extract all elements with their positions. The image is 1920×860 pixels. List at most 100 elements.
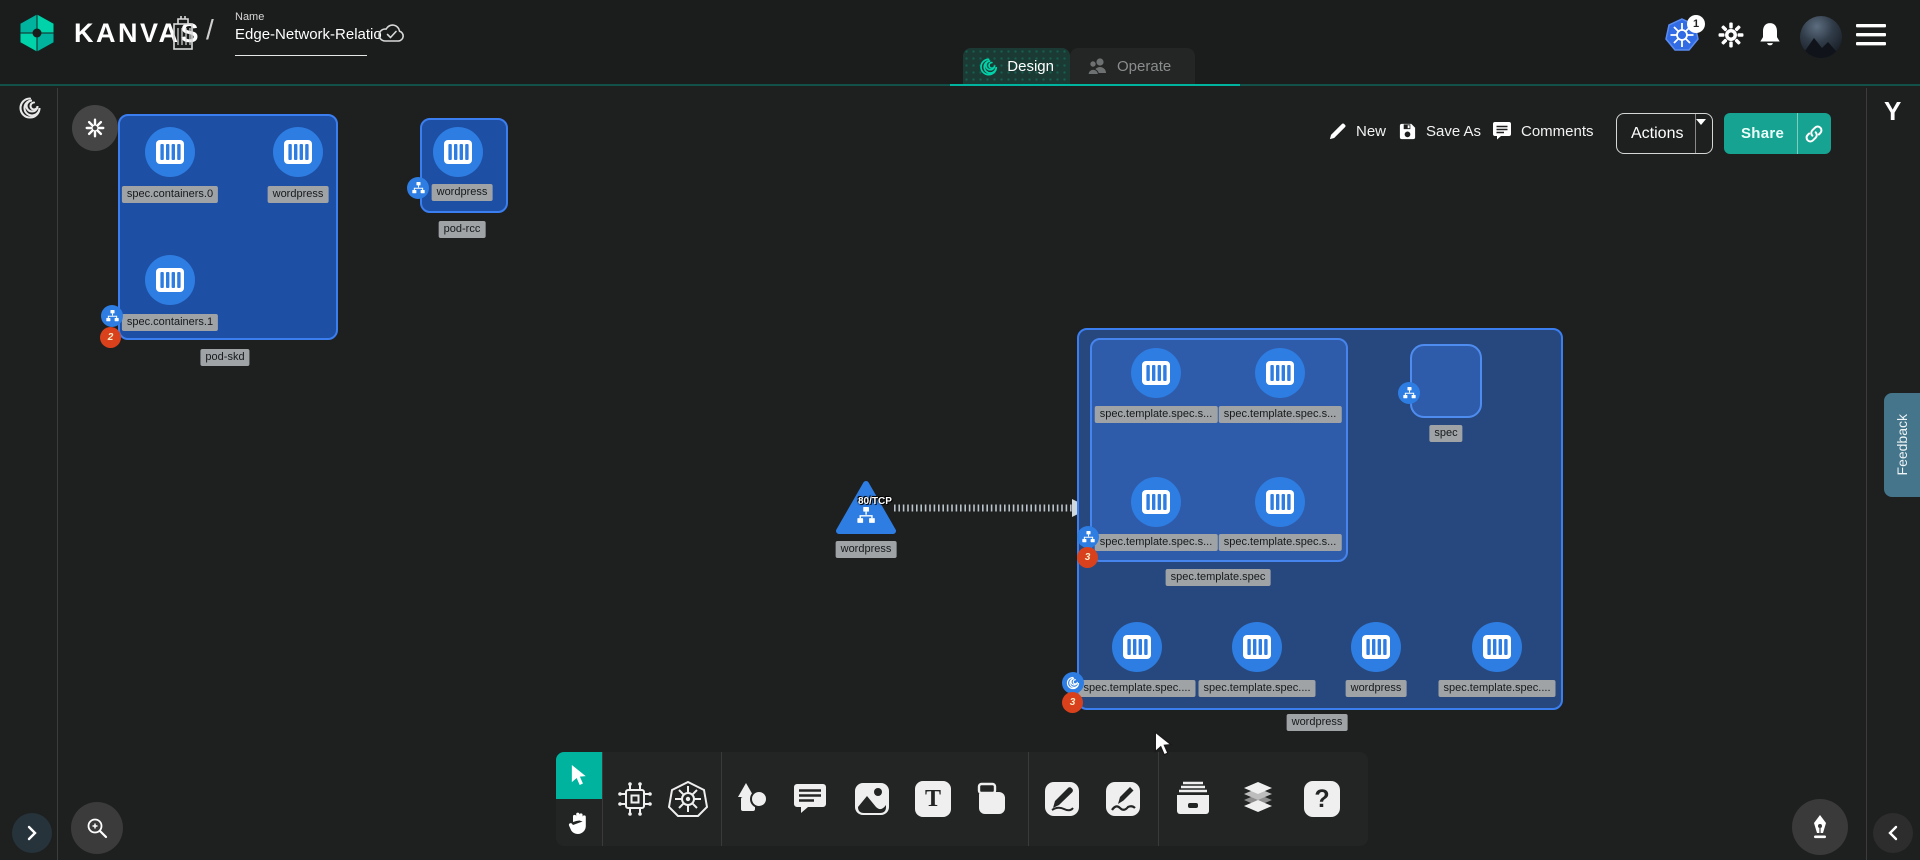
node-label: spec.containers.1 xyxy=(122,314,218,331)
select-tool-button[interactable] xyxy=(556,752,602,799)
copy-link-button[interactable] xyxy=(1798,124,1831,144)
container-node[interactable] xyxy=(145,255,195,305)
pencil-scribble-icon xyxy=(1104,780,1142,818)
right-rail-divider xyxy=(1866,88,1867,860)
spec-network-mini-icon[interactable] xyxy=(1398,382,1420,404)
container-icon xyxy=(155,267,185,293)
design-tab-label: Design xyxy=(1007,58,1054,75)
name-underline xyxy=(235,55,367,56)
node-label: spec.template.spec.... xyxy=(1079,680,1196,697)
container-icon xyxy=(1141,360,1171,386)
save-as-label: Save As xyxy=(1426,123,1481,140)
notifications-bell-icon[interactable] xyxy=(1757,21,1783,49)
layers-tool-button[interactable] xyxy=(1236,777,1280,821)
sticky-note-icon xyxy=(973,780,1011,818)
container-node[interactable] xyxy=(1131,477,1181,527)
pen-nib-icon xyxy=(1808,814,1832,840)
container-icon xyxy=(155,139,185,165)
organization-icon[interactable] xyxy=(168,15,198,51)
node-label: spec xyxy=(1429,425,1462,442)
text-tool-button[interactable]: T xyxy=(911,777,955,821)
node-label: wordpress xyxy=(268,186,329,203)
k8s-resource-button[interactable] xyxy=(72,105,118,151)
help-tool-button[interactable]: ? xyxy=(1300,777,1344,821)
actions-button[interactable]: Actions xyxy=(1616,113,1713,154)
shapes-tool-button[interactable] xyxy=(730,777,774,821)
spec-template-spec-group[interactable] xyxy=(1090,338,1348,562)
actions-label: Actions xyxy=(1617,125,1683,143)
spec-node[interactable] xyxy=(1410,344,1482,418)
image-icon xyxy=(853,781,891,817)
container-node[interactable] xyxy=(1232,622,1282,672)
group-label: pod-skd xyxy=(200,349,249,366)
new-label: New xyxy=(1356,123,1386,140)
group-label: wordpress xyxy=(1287,714,1348,731)
container-node[interactable] xyxy=(1351,622,1401,672)
container-icon xyxy=(1122,634,1152,660)
drawer-tool-button[interactable] xyxy=(1171,777,1215,821)
network-icon xyxy=(106,310,119,322)
deployment-mini-icon[interactable] xyxy=(1062,672,1084,694)
media-tool-button[interactable] xyxy=(850,777,894,821)
chevron-right-icon xyxy=(26,825,38,841)
snowflake-icon xyxy=(84,117,106,139)
header: KANVAS / Name Edge-Network-Relatio Desig… xyxy=(0,0,1920,85)
actions-dropdown-toggle[interactable] xyxy=(1696,125,1712,143)
expand-left-panel-button[interactable] xyxy=(12,813,52,853)
tab-operate[interactable]: Operate xyxy=(1070,48,1195,85)
container-icon xyxy=(1361,634,1391,660)
layers-icon xyxy=(1238,780,1278,818)
error-count-badge[interactable]: 3 xyxy=(1062,692,1083,713)
yaml-toggle-icon[interactable]: Y xyxy=(1884,96,1901,127)
container-node[interactable] xyxy=(273,127,323,177)
toolbar-divider xyxy=(1158,752,1159,846)
node-label: wordpress xyxy=(1346,680,1407,697)
sticky-note-tool-button[interactable] xyxy=(970,777,1014,821)
kanvas-app: KANVAS / Name Edge-Network-Relatio Desig… xyxy=(0,0,1920,860)
template-network-mini-icon[interactable] xyxy=(1077,526,1099,548)
feedback-tab[interactable]: Feedback xyxy=(1884,393,1920,497)
hamburger-menu-icon[interactable] xyxy=(1856,24,1886,46)
service-edge[interactable] xyxy=(890,494,1096,522)
save-as-button[interactable]: Save As xyxy=(1398,122,1481,141)
drawer-icon xyxy=(1173,781,1213,817)
container-node[interactable] xyxy=(1112,622,1162,672)
zoom-button[interactable] xyxy=(71,802,123,854)
feedback-label: Feedback xyxy=(1894,414,1910,475)
link-icon xyxy=(1804,124,1824,144)
container-node[interactable] xyxy=(1131,348,1181,398)
pen-tool-button[interactable] xyxy=(1040,777,1084,821)
pod-network-mini-icon[interactable] xyxy=(407,177,429,199)
service-node[interactable] xyxy=(836,480,896,535)
design-pen-button[interactable] xyxy=(1792,799,1848,855)
group-label: spec.template.spec xyxy=(1166,569,1271,586)
container-node[interactable] xyxy=(1255,348,1305,398)
comments-button[interactable]: Comments xyxy=(1492,122,1594,141)
name-field-label: Name xyxy=(235,11,382,23)
container-node[interactable] xyxy=(1472,622,1522,672)
tab-design[interactable]: Design xyxy=(963,48,1070,85)
collapse-right-panel-button[interactable] xyxy=(1873,813,1913,853)
pod-network-mini-icon[interactable] xyxy=(101,305,123,327)
new-button[interactable]: New xyxy=(1328,122,1386,141)
container-node[interactable] xyxy=(145,127,195,177)
settings-gear-icon[interactable] xyxy=(1718,22,1744,48)
pan-tool-button[interactable] xyxy=(556,799,602,846)
user-avatar[interactable] xyxy=(1800,16,1842,58)
cursor-icon xyxy=(569,764,590,787)
container-node[interactable] xyxy=(433,127,483,177)
node-label: spec.template.spec.s... xyxy=(1219,534,1342,551)
error-count-badge[interactable]: 3 xyxy=(1077,547,1098,568)
container-node[interactable] xyxy=(1255,477,1305,527)
share-button[interactable]: Share xyxy=(1724,113,1831,154)
kubernetes-tool-button[interactable] xyxy=(666,777,710,821)
group-label: pod-rcc xyxy=(439,221,486,238)
error-count-badge[interactable]: 2 xyxy=(100,327,121,348)
components-tool-button[interactable] xyxy=(613,777,657,821)
comment-tool-button[interactable] xyxy=(788,777,832,821)
operate-tab-icon xyxy=(1086,57,1108,77)
design-name-input[interactable]: Edge-Network-Relatio xyxy=(235,26,382,43)
node-label: spec.template.spec.s... xyxy=(1095,406,1218,423)
node-label: wordpress xyxy=(836,541,897,558)
freehand-tool-button[interactable] xyxy=(1101,777,1145,821)
